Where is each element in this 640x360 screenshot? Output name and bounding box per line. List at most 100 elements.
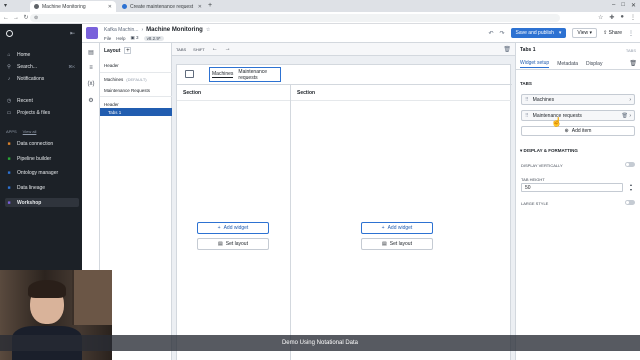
set-layout-button[interactable]: ▤ Set layout (361, 238, 433, 250)
chevron-right-icon[interactable]: 🗑 › (622, 113, 631, 119)
version-badge[interactable]: v8.2.9* (143, 35, 164, 41)
reload-icon[interactable]: ↻ (22, 14, 30, 21)
close-window-icon[interactable]: ✕ (631, 2, 636, 9)
widget-title[interactable]: Tabs 1 (520, 47, 535, 53)
chevron-right-icon[interactable]: › (629, 97, 631, 103)
address-bar-row: ← → ↻ ⊚ ☆ ✚ ● ⋮ (0, 12, 640, 24)
ontology-manager-icon: ■ (7, 169, 11, 176)
menu-icon[interactable]: ⋮ (630, 14, 636, 21)
close-tab-icon[interactable]: ✕ (198, 4, 202, 10)
trash-icon[interactable]: 🗑 (503, 46, 511, 53)
sidebar-item-search[interactable]: ⚲ Search... ⌘K (5, 62, 79, 71)
layout-row-machines[interactable]: Machines (DEFAULT) (100, 75, 172, 83)
layout-row-header-2[interactable]: Header (100, 100, 172, 108)
layout-icon: ▤ (382, 241, 387, 247)
more-icon[interactable]: ⋮ (628, 30, 634, 37)
drag-handle-icon[interactable]: ⠿ (525, 97, 529, 103)
tab-display[interactable]: Display (586, 61, 602, 67)
tab-widget-setup[interactable]: Widget setup (520, 60, 550, 68)
overview-icon[interactable]: ▤ (87, 49, 95, 57)
palantir-logo-icon[interactable] (6, 30, 13, 37)
layout-row-maintenance-requests[interactable]: Maintenance Requests (100, 86, 172, 94)
layers-icon[interactable]: ≡ (87, 65, 95, 73)
sidebar-app-ontology-manager[interactable]: ■ Ontology manager (5, 168, 79, 177)
large-style-toggle[interactable] (625, 200, 635, 205)
arrow-right-icon[interactable]: → (225, 46, 231, 52)
display-vertically-toggle[interactable] (625, 162, 635, 167)
add-layout-item-icon[interactable]: + (124, 47, 132, 54)
delete-widget-icon[interactable]: 🗑 (629, 60, 637, 67)
back-icon[interactable]: ← (2, 15, 10, 21)
apps-header: APPS (6, 129, 17, 134)
tab-height-label: TAB HEIGHT (521, 177, 545, 182)
trash-icon[interactable]: 🗑 (622, 113, 628, 119)
tab-item-machines[interactable]: ⠿ Machines › (521, 94, 635, 105)
set-layout-button[interactable]: ▤ Set layout (197, 238, 269, 250)
tab-maintenance-requests[interactable]: Maintenance requests (238, 69, 280, 81)
add-item-button[interactable]: ⊕ Add item (521, 126, 635, 136)
add-widget-button[interactable]: + Add widget (361, 222, 433, 234)
close-tab-icon[interactable]: ✕ (108, 4, 112, 10)
arrow-left-icon[interactable]: ← (212, 46, 218, 52)
variables-icon[interactable]: (x) (87, 81, 95, 89)
tab-search-icon[interactable]: ▾ (4, 2, 7, 9)
settings-gear-icon[interactable]: ⚙ (87, 97, 95, 105)
add-widget-button[interactable]: + Add widget (197, 222, 269, 234)
toolbar-tabs-label: TABS (176, 46, 187, 52)
sidebar-app-data-lineage[interactable]: ■ Data lineage (5, 183, 79, 192)
minimize-icon[interactable]: – (612, 2, 615, 9)
tab-machines[interactable]: Machines (212, 71, 234, 78)
sidebar-app-workshop[interactable]: ■ Workshop (5, 198, 79, 207)
sidebar-item-notifications[interactable]: ♪ Notifications (5, 74, 79, 83)
video-caption: Demo Using Notational Data (0, 335, 640, 351)
tab-height-stepper[interactable]: ▲ ▼ (627, 183, 635, 192)
tab-metadata[interactable]: Metadata (557, 61, 578, 67)
default-badge: (DEFAULT) (126, 76, 147, 82)
layout-divider (100, 96, 172, 97)
layout-row-header[interactable]: Header (100, 61, 172, 69)
sidebar-item-label: Projects & files (17, 109, 51, 116)
sidebar-item-recent[interactable]: ◷ Recent (5, 96, 79, 105)
sidebar-app-data-connection[interactable]: ■ Data connection (5, 139, 79, 148)
view-label: View (577, 30, 589, 36)
display-section-header[interactable]: ▾ DISPLAY & FORMATTING (520, 148, 578, 154)
redo-icon[interactable]: ↷ (499, 30, 504, 37)
drag-handle-icon[interactable]: ⠿ (525, 113, 529, 119)
set-layout-label: Set layout (225, 241, 248, 247)
browser-tab-machine-monitoring[interactable]: Machine Monitoring ✕ (30, 1, 116, 12)
share-button[interactable]: ⇪ Share (603, 30, 622, 36)
tab-height-input[interactable]: 50 (521, 183, 623, 192)
undo-icon[interactable]: ↶ (488, 30, 493, 37)
layout-row-tabs-1[interactable]: Tabs 1 (100, 108, 172, 116)
menu-file[interactable]: File (104, 36, 111, 41)
chevron-down-icon[interactable]: ▾ (559, 30, 562, 36)
view-all-link[interactable]: View all (23, 129, 37, 134)
tabs-widget[interactable]: Machines Maintenance requests (209, 67, 281, 82)
breadcrumb-parent[interactable]: Kafka Machin... (104, 27, 138, 33)
forward-icon[interactable]: → (12, 15, 20, 21)
url-input[interactable]: ⊚ (30, 14, 560, 22)
sidebar-item-projects[interactable]: ▭ Projects & files (5, 108, 79, 117)
tab-item-maintenance-requests[interactable]: ⠿ Maintenance requests 🗑 › (521, 110, 635, 121)
maximize-icon[interactable]: □ (621, 2, 625, 9)
menu-help[interactable]: Help (116, 36, 125, 41)
site-info-icon[interactable]: ⊚ (34, 15, 38, 21)
bookmark-icon[interactable]: ☆ (598, 14, 603, 21)
workshop-app-icon (86, 27, 98, 39)
sidebar-app-pipeline-builder[interactable]: ■ Pipeline builder (5, 154, 79, 163)
sidebar-item-label: Notifications (17, 75, 45, 82)
collapse-sidebar-icon[interactable]: ⇤ (70, 30, 75, 37)
share-label: Share (608, 30, 622, 36)
browser-tab-create-maintenance[interactable]: Create maintenance request ✕ (118, 1, 206, 12)
section-left[interactable]: Section + Add widget ▤ Set layout (177, 85, 291, 360)
star-icon[interactable]: ☆ (206, 27, 210, 33)
extensions-icon[interactable]: ✚ (609, 14, 614, 21)
sidebar-item-home[interactable]: ⌂ Home (5, 50, 79, 59)
new-tab-button[interactable]: + (208, 2, 212, 9)
browser-toolbar: ☆ ✚ ● ⋮ (598, 14, 636, 21)
profile-icon[interactable]: ● (620, 14, 624, 21)
section-right[interactable]: Section + Add widget ▤ Set layout (291, 85, 512, 360)
plus-icon: + (217, 225, 221, 231)
view-button[interactable]: View ▾ (572, 28, 598, 38)
save-and-publish-button[interactable]: Save and publish ▾ (510, 28, 567, 38)
